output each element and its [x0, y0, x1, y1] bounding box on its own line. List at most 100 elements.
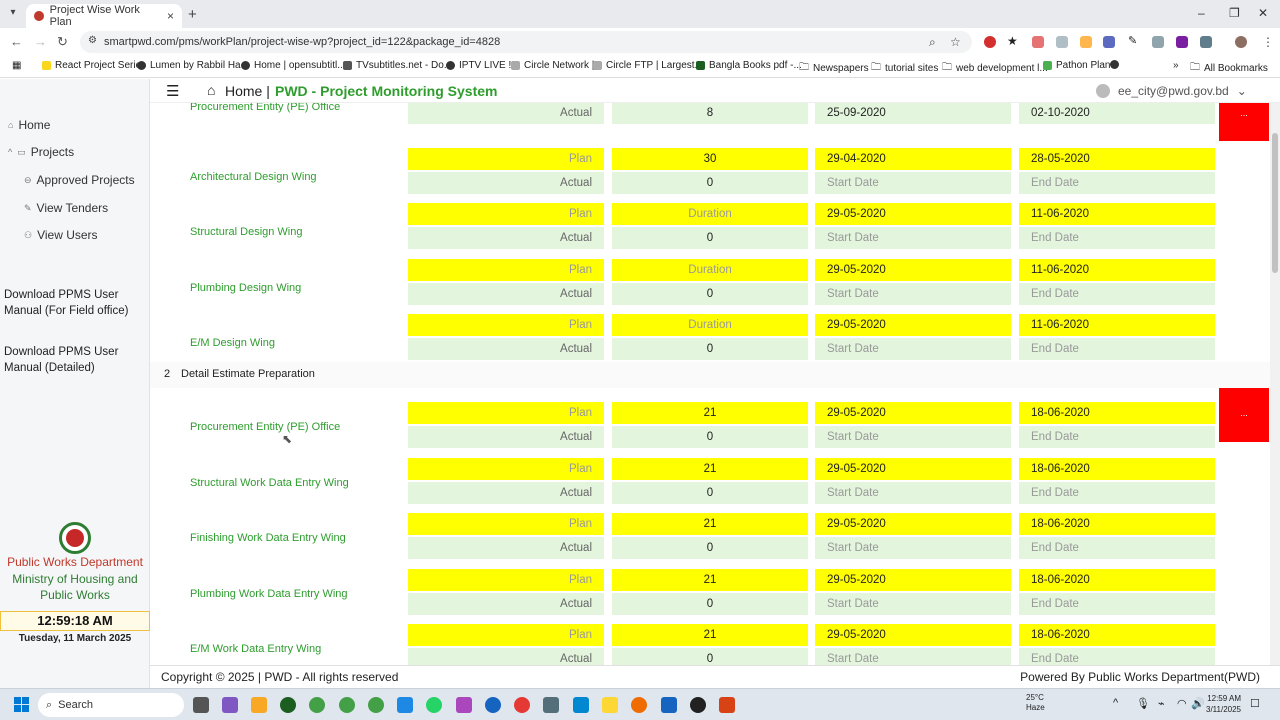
actual-end-date-input[interactable]: End Date	[1019, 338, 1215, 360]
actual-duration-input[interactable]: 0	[612, 482, 808, 504]
zoom-app-icon[interactable]	[485, 697, 501, 713]
copilot-icon[interactable]	[222, 697, 238, 713]
home-icon[interactable]: ⌂	[207, 82, 215, 98]
app-icon[interactable]	[602, 697, 618, 713]
calculator-icon[interactable]	[543, 697, 559, 713]
app-icon[interactable]	[514, 697, 530, 713]
actual-duration-input[interactable]: 0	[612, 172, 808, 194]
plan-end-date-input[interactable]: 18-06-2020	[1019, 624, 1215, 646]
vscode-icon[interactable]	[397, 697, 413, 713]
app-icon[interactable]	[690, 697, 706, 713]
header-home-link[interactable]: Home |	[225, 83, 270, 99]
app-icon[interactable]	[573, 697, 589, 713]
actual-duration-input[interactable]: 0	[612, 283, 808, 305]
sidebar-item-view-tenders[interactable]: ✎ View Tenders	[24, 201, 108, 215]
actual-start-date-input[interactable]: 25-09-2020	[815, 103, 1011, 124]
screenshot-ext-icon[interactable]	[1152, 36, 1164, 48]
sidebar-item-home[interactable]: ⌂ Home	[8, 118, 50, 132]
actual-end-date-input[interactable]: End Date	[1019, 426, 1215, 448]
reload-icon[interactable]: ↻	[57, 34, 68, 50]
actual-duration-input[interactable]: 0	[612, 426, 808, 448]
new-tab-icon[interactable]: +	[188, 6, 197, 23]
bookmark-item[interactable]: Pathon Plan	[1043, 60, 1111, 71]
bookmark-star-icon[interactable]: ☆	[950, 35, 961, 49]
plan-end-date-input[interactable]: 18-06-2020	[1019, 513, 1215, 535]
app-icon[interactable]	[456, 697, 472, 713]
plan-duration-input[interactable]: Duration	[612, 203, 808, 225]
plan-end-date-input[interactable]: 11-06-2020	[1019, 203, 1215, 225]
pen-ext-icon[interactable]: ✎	[1128, 34, 1140, 47]
actual-start-date-input[interactable]: Start Date	[815, 426, 1011, 448]
chrome-icon[interactable]	[309, 697, 325, 713]
close-tab-icon[interactable]: ×	[167, 9, 174, 23]
translate-ext-icon[interactable]	[1103, 36, 1115, 48]
opera-ext-icon[interactable]	[984, 36, 996, 48]
microphone-icon[interactable]: 🎙	[1136, 697, 1150, 710]
plan-start-date-input[interactable]: 29-05-2020	[815, 458, 1011, 480]
actual-start-date-input[interactable]: Start Date	[815, 482, 1011, 504]
tray-chevron-icon[interactable]: ^	[1113, 697, 1118, 709]
plan-start-date-input[interactable]: 29-05-2020	[815, 314, 1011, 336]
star-ext-icon[interactable]: ★	[1007, 34, 1019, 48]
sidebar-item-projects[interactable]: ^ ▭ Projects	[8, 145, 74, 159]
browser-tab[interactable]: Project Wise Work Plan ×	[26, 4, 182, 28]
search-app-icon[interactable]	[631, 697, 647, 713]
bookmark-folder[interactable]: 🗀 Newspapers	[799, 60, 869, 77]
plan-duration-input[interactable]: 21	[612, 513, 808, 535]
zoom-icon[interactable]: ⌕	[929, 35, 936, 50]
hamburger-menu-icon[interactable]: ☰	[166, 82, 179, 100]
word-icon[interactable]	[661, 697, 677, 713]
bookmark-item[interactable]: Circle FTP | Largest...	[593, 60, 703, 71]
profile-avatar[interactable]	[1235, 36, 1247, 48]
actual-start-date-input[interactable]: Start Date	[815, 537, 1011, 559]
scrollbar[interactable]	[1270, 103, 1280, 665]
plan-duration-input[interactable]: 30	[612, 148, 808, 170]
close-window-icon[interactable]: ✕	[1258, 6, 1268, 20]
bookmark-folder[interactable]: 🗀 tutorial sites	[871, 60, 938, 77]
plan-start-date-input[interactable]: 29-05-2020	[815, 624, 1011, 646]
actual-duration-input[interactable]: 0	[612, 227, 808, 249]
scrollbar-thumb[interactable]	[1272, 133, 1278, 273]
actual-duration-input[interactable]: 0	[612, 338, 808, 360]
file-explorer-icon[interactable]	[251, 697, 267, 713]
bookmark-item[interactable]: IPTV LIVE !!	[446, 60, 514, 71]
chrome-icon[interactable]	[339, 697, 355, 713]
actual-start-date-input[interactable]: Start Date	[815, 648, 1011, 665]
taskbar-search[interactable]: ⌕ Search	[38, 693, 184, 717]
actual-start-date-input[interactable]: Start Date	[815, 172, 1011, 194]
user-menu[interactable]: ee_city@pwd.gov.bd ⌄	[1096, 84, 1247, 98]
plan-start-date-input[interactable]: 29-05-2020	[815, 513, 1011, 535]
plan-end-date-input[interactable]: 18-06-2020	[1019, 569, 1215, 591]
plan-start-date-input[interactable]: 29-05-2020	[815, 402, 1011, 424]
plan-duration-input[interactable]: 21	[612, 624, 808, 646]
action-button[interactable]: ...	[1219, 103, 1269, 141]
plan-end-date-input[interactable]: 11-06-2020	[1019, 314, 1215, 336]
plan-end-date-input[interactable]: 18-06-2020	[1019, 402, 1215, 424]
sidebar-item-approved-projects[interactable]: ⊖ Approved Projects	[24, 173, 135, 187]
task-view-icon[interactable]	[193, 697, 209, 713]
actual-duration-input[interactable]: 8	[612, 103, 808, 124]
plan-end-date-input[interactable]: 11-06-2020	[1019, 259, 1215, 281]
tab-list-icon[interactable]: ▾	[6, 7, 20, 21]
plan-duration-input[interactable]: 21	[612, 458, 808, 480]
actual-end-date-input[interactable]: End Date	[1019, 593, 1215, 615]
whatsapp-icon[interactable]	[426, 697, 442, 713]
app-icon[interactable]	[280, 697, 296, 713]
url-input[interactable]: smartpwd.com/pms/workPlan/project-wise-w…	[80, 31, 972, 53]
ext-icon-4[interactable]	[1176, 36, 1188, 48]
plan-end-date-input[interactable]: 28-05-2020	[1019, 148, 1215, 170]
actual-end-date-input[interactable]: End Date	[1019, 537, 1215, 559]
notification-icon[interactable]: ☐	[1250, 697, 1260, 710]
bookmarks-overflow-icon[interactable]: »	[1173, 60, 1179, 71]
site-info-icon[interactable]: ⚙	[88, 35, 97, 46]
actual-duration-input[interactable]: 0	[612, 648, 808, 665]
minimize-icon[interactable]: –	[1198, 6, 1205, 20]
actual-end-date-input[interactable]: End Date	[1019, 283, 1215, 305]
actual-duration-input[interactable]: 0	[612, 537, 808, 559]
actual-end-date-input[interactable]: End Date	[1019, 648, 1215, 665]
apps-grid-icon[interactable]: ▦	[12, 60, 21, 71]
download-manual-detailed-link[interactable]: Download PPMS User Manual (Detailed)	[4, 344, 144, 376]
actual-end-date-input[interactable]: End Date	[1019, 482, 1215, 504]
windows-start-icon[interactable]	[14, 697, 30, 713]
all-bookmarks[interactable]: 🗀 All Bookmarks	[1190, 60, 1268, 77]
